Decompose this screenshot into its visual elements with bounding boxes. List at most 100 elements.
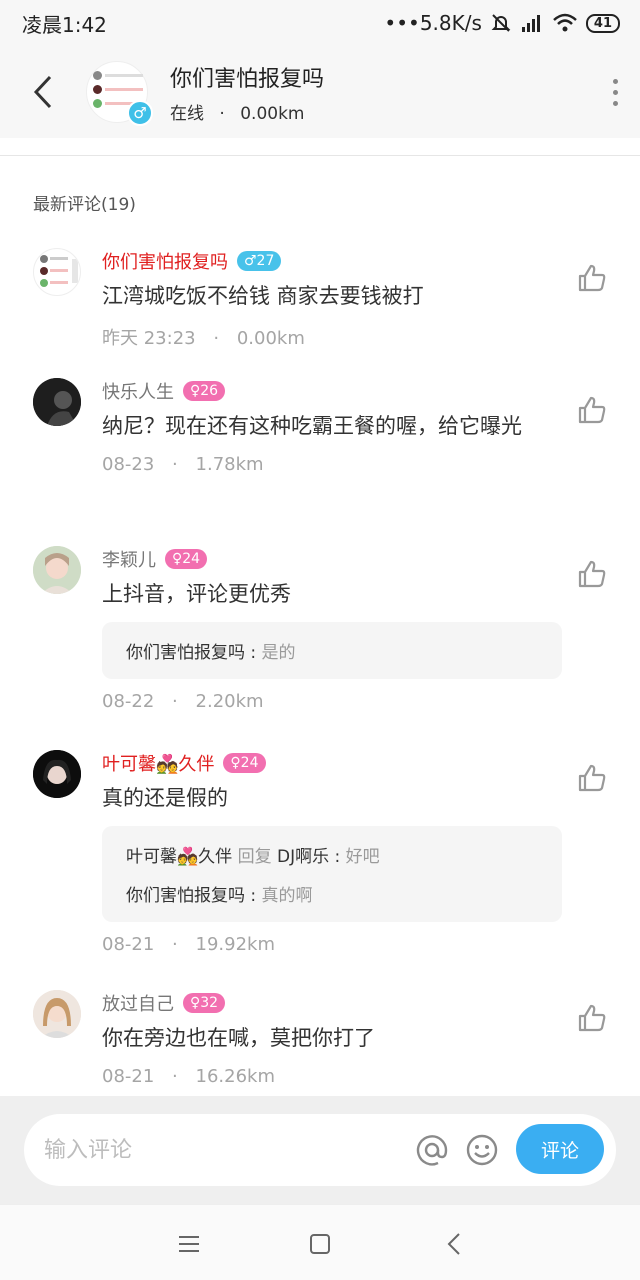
status-bar: 凌晨1:42 •••5.8K/s 41 — [0, 0, 640, 46]
comment-text: 纳尼？现在还有这种吃霸王餐的喔，给它曝光 — [102, 414, 522, 438]
comment-body: 叶可馨💑久伴 ♀24 真的还是假的 叶可馨💑久伴 回复 DJ啊乐 : 好吧 你们… — [102, 750, 562, 955]
comment-header: 叶可馨💑久伴 ♀24 — [102, 750, 562, 776]
comment-author[interactable]: 你们害怕报复吗 — [102, 248, 228, 274]
reply-line: 你们害怕报复吗 : 真的啊 — [126, 881, 538, 906]
comment-time: 昨天 23:23 — [102, 328, 196, 349]
age-badge: ♂27 — [237, 251, 282, 271]
battery-indicator: 41 — [585, 13, 620, 33]
send-comment-button[interactable]: 评论 — [516, 1124, 604, 1174]
avatar[interactable] — [33, 990, 81, 1038]
comment-text: 江湾城吃饭不给钱 商家去要钱被打 — [102, 284, 424, 308]
emoji-icon[interactable] — [464, 1132, 500, 1168]
comment-text: 真的还是假的 — [102, 786, 228, 810]
avatar-image — [33, 750, 81, 798]
comment-text: 上抖音，评论更优秀 — [102, 582, 291, 606]
header-subtitle: 在线 · 0.00km — [170, 99, 590, 124]
comment-author[interactable]: 放过自己 — [102, 990, 174, 1016]
comment-header: 放过自己 ♀32 — [102, 990, 562, 1016]
back-nav-icon[interactable] — [442, 1231, 468, 1257]
comments-section-title: 最新评论(19) — [33, 195, 136, 215]
reply-text: 好吧 — [345, 847, 380, 867]
reply-author[interactable]: 你们害怕报复吗 : — [126, 643, 262, 663]
age-badge: ♀24 — [223, 753, 266, 773]
online-status: 在线 — [170, 103, 204, 124]
mention-icon[interactable] — [414, 1132, 450, 1168]
comment-time: 08-21 — [102, 1066, 155, 1087]
header-avatar[interactable]: ♂ — [86, 61, 153, 126]
comment-meta: 08-23 · 1.78km — [102, 454, 562, 475]
reply-text: 真的啊 — [261, 886, 313, 906]
avatar[interactable] — [33, 750, 81, 798]
reply-box[interactable]: 叶可馨💑久伴 回复 DJ啊乐 : 好吧 你们害怕报复吗 : 真的啊 — [102, 826, 562, 922]
more-options-button[interactable] — [590, 46, 640, 138]
reply-line: 你们害怕报复吗 : 是的 — [126, 638, 538, 663]
comment-body: 放过自己 ♀32 你在旁边也在喊，莫把你打了 08-21 · 16.26km — [102, 990, 562, 1087]
comment-header: 李颖儿 ♀24 — [102, 546, 562, 572]
avatar[interactable] — [33, 546, 81, 594]
comment-meta: 08-21 · 16.26km — [102, 1066, 562, 1087]
status-time: 凌晨1:42 — [22, 12, 107, 37]
comment-author[interactable]: 叶可馨💑久伴 — [102, 750, 214, 776]
comment-author[interactable]: 李颖儿 — [102, 546, 156, 572]
comment-distance: 19.92km — [195, 934, 276, 955]
comment-input-bar: 评论 — [0, 1096, 640, 1204]
comment-input[interactable] — [44, 1130, 404, 1170]
comment-author[interactable]: 快乐人生 — [102, 378, 174, 404]
home-icon[interactable] — [307, 1231, 333, 1257]
comment-header: 快乐人生 ♀26 — [102, 378, 562, 404]
signal-icon — [521, 15, 540, 32]
comment-time: 08-22 — [102, 691, 155, 712]
reply-target[interactable]: DJ啊乐 : — [277, 847, 346, 867]
comment-body: 你们害怕报复吗 ♂27 江湾城吃饭不给钱 商家去要钱被打 昨天 23:23 · … — [102, 248, 562, 350]
page-title: 你们害怕报复吗 — [170, 66, 325, 92]
avatar[interactable] — [33, 378, 81, 426]
thumbs-up-icon[interactable] — [576, 394, 608, 426]
male-icon: ♂ — [127, 100, 153, 126]
comment-distance: 16.26km — [195, 1066, 276, 1087]
more-dot — [612, 100, 618, 106]
comment-distance: 2.20km — [195, 691, 264, 712]
thumbs-up-icon[interactable] — [576, 558, 608, 590]
divider — [0, 155, 640, 156]
avatar-image — [40, 255, 78, 287]
reply-line: 叶可馨💑久伴 回复 DJ啊乐 : 好吧 — [126, 842, 538, 867]
age-badge: ♀24 — [165, 549, 208, 569]
thumbs-up-icon[interactable] — [576, 1002, 608, 1034]
thumbs-up-icon[interactable] — [576, 262, 608, 294]
avatar-image — [33, 990, 81, 1038]
avatar-image — [33, 378, 81, 426]
reply-author[interactable]: 你们害怕报复吗 : — [126, 886, 262, 906]
header-info: 你们害怕报复吗 在线 · 0.00km — [170, 61, 590, 124]
separator-dot: · — [172, 934, 178, 955]
status-indicators: •••5.8K/s 41 — [384, 11, 620, 35]
comment-meta: 昨天 23:23 · 0.00km — [102, 324, 562, 350]
network-speed: •••5.8K/s — [384, 11, 482, 35]
more-dot — [612, 78, 618, 84]
menu-icon[interactable] — [176, 1231, 202, 1257]
reply-author[interactable]: 叶可馨💑久伴 — [126, 847, 232, 867]
system-nav-bar — [0, 1204, 640, 1280]
reply-connector: 回复 — [232, 847, 277, 867]
age-badge: ♀26 — [183, 381, 226, 401]
avatar-image — [33, 546, 81, 594]
separator-dot: · — [172, 1066, 178, 1087]
separator-dot: · — [213, 328, 220, 349]
separator-dot: · — [219, 103, 225, 124]
comment-body: 李颖儿 ♀24 上抖音，评论更优秀 你们害怕报复吗 : 是的 08-22 · 2… — [102, 546, 562, 712]
reply-text: 是的 — [261, 643, 296, 663]
wifi-icon — [553, 13, 577, 32]
comment-time: 08-23 — [102, 454, 155, 475]
comment-distance: 0.00km — [236, 328, 305, 349]
reply-box[interactable]: 你们害怕报复吗 : 是的 — [102, 622, 562, 679]
back-button[interactable] — [0, 46, 86, 138]
chat-header: ♂ 你们害怕报复吗 在线 · 0.00km — [0, 46, 640, 138]
input-container: 评论 — [24, 1114, 616, 1186]
separator-dot: · — [172, 454, 178, 475]
avatar[interactable] — [33, 248, 81, 296]
comment-meta: 08-22 · 2.20km — [102, 691, 562, 712]
chevron-left-icon — [33, 75, 52, 109]
mute-icon — [491, 14, 511, 32]
comment-header: 你们害怕报复吗 ♂27 — [102, 248, 562, 274]
thumbs-up-icon[interactable] — [576, 762, 608, 794]
comment-meta: 08-21 · 19.92km — [102, 934, 562, 955]
